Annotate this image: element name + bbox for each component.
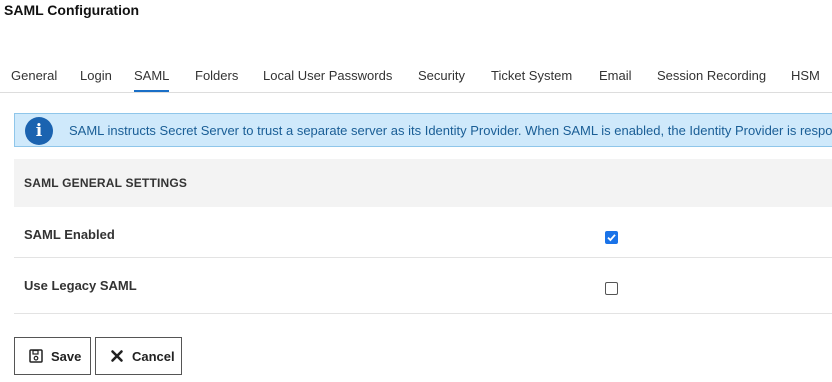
info-text: SAML instructs Secret Server to trust a … [69,123,832,138]
cancel-button[interactable]: Cancel [95,337,182,375]
tab-ticket-system[interactable]: Ticket System [491,68,572,92]
floppy-disk-icon [29,349,43,366]
section-header: SAML GENERAL SETTINGS [14,159,832,207]
section-title: SAML GENERAL SETTINGS [24,176,188,190]
info-banner: i SAML instructs Secret Server to trust … [14,113,832,147]
tab-local-user-passwords[interactable]: Local User Passwords [263,68,392,92]
cancel-button-label: Cancel [132,349,175,364]
save-button-label: Save [51,349,82,364]
use-legacy-saml-checkbox[interactable] [605,282,618,295]
tab-session-recording[interactable]: Session Recording [657,68,766,92]
close-icon [110,349,124,366]
settings-tabs: General Login SAML Folders Local User Pa… [0,60,832,93]
tab-general[interactable]: General [11,68,57,92]
saml-enabled-checkbox[interactable] [605,231,618,244]
tab-login[interactable]: Login [80,68,112,92]
page-title: SAML Configuration [4,2,140,18]
setting-row-saml-enabled: SAML Enabled [14,207,832,258]
setting-label: SAML Enabled [24,227,115,242]
tab-saml[interactable]: SAML [134,68,170,92]
tab-hsm[interactable]: HSM [791,68,820,92]
tab-email[interactable]: Email [599,68,632,92]
setting-label: Use Legacy SAML [24,278,137,293]
info-icon: i [25,117,53,145]
save-button[interactable]: Save [14,337,91,375]
tab-security[interactable]: Security [418,68,465,92]
tab-folders[interactable]: Folders [195,68,238,92]
setting-row-use-legacy-saml: Use Legacy SAML [14,263,832,314]
